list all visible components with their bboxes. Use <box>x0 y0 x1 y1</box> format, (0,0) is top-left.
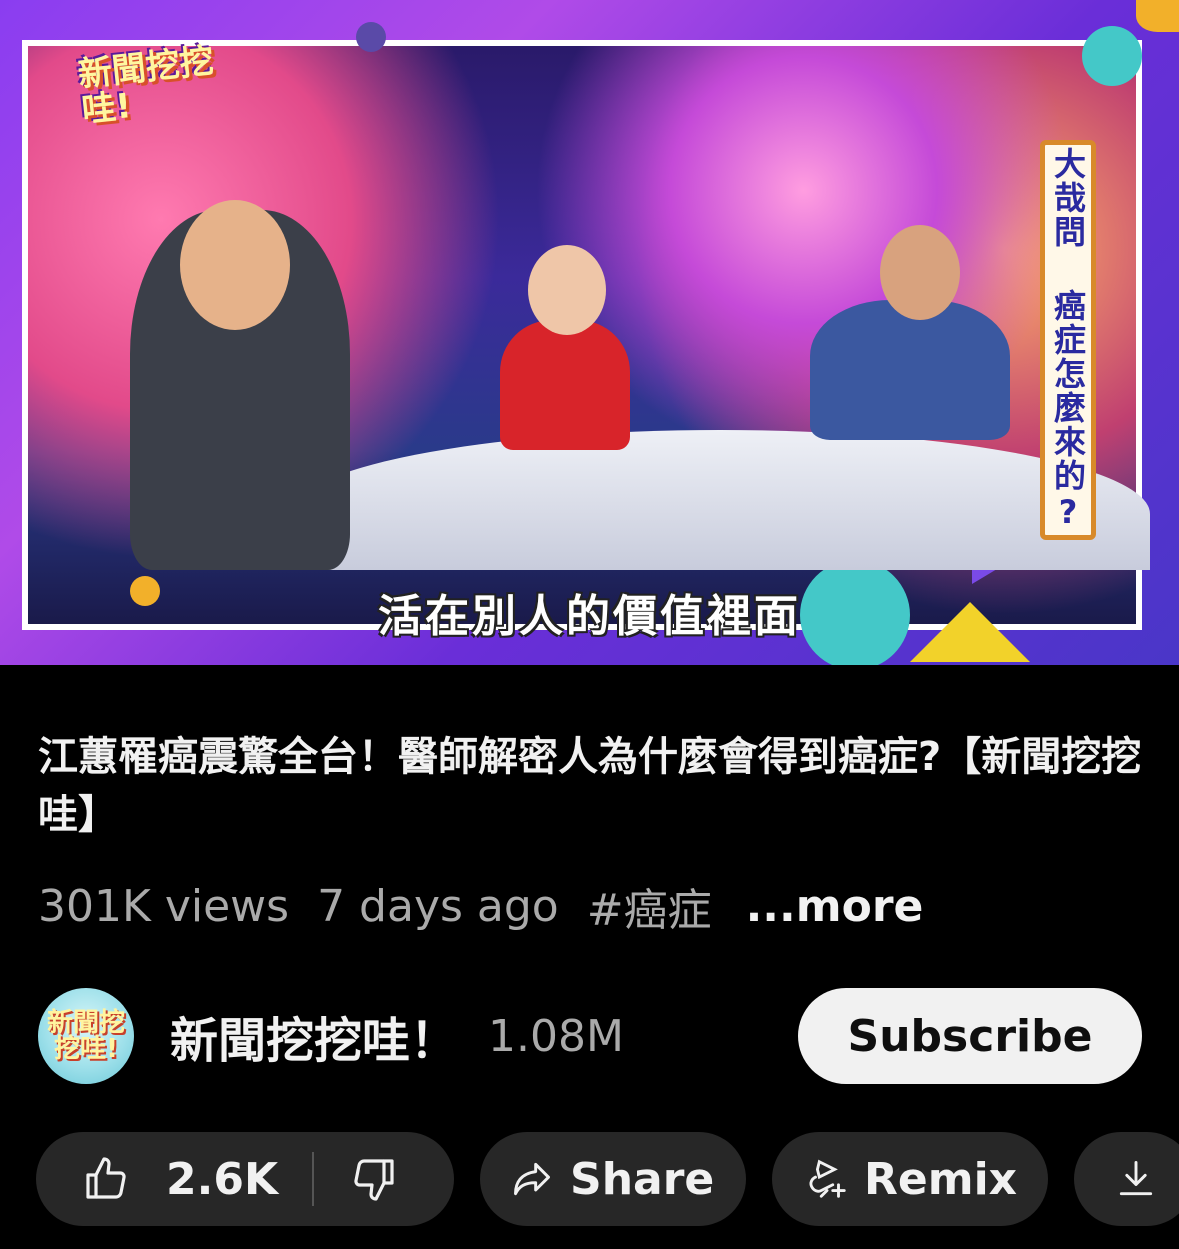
share-button[interactable]: Share <box>480 1132 746 1226</box>
like-dislike-pill: 2.6K <box>36 1132 454 1226</box>
video-title[interactable]: 江蕙罹癌震驚全台！醫師解密人為什麼會得到癌症?【新聞挖挖哇】 <box>38 728 1148 844</box>
decor-dot <box>1136 0 1179 32</box>
host-center <box>500 320 630 450</box>
avatar-logo-text: 新聞挖挖哇! <box>46 1008 125 1064</box>
more-link[interactable]: ...more <box>746 881 924 932</box>
share-label: Share <box>570 1153 715 1205</box>
channel-avatar[interactable]: 新聞挖挖哇! <box>38 988 134 1084</box>
remix-icon <box>804 1156 850 1202</box>
channel-name[interactable]: 新聞挖挖哇！ <box>170 1001 458 1071</box>
subscriber-count: 1.08M <box>488 1010 624 1062</box>
guest-right-head <box>880 225 960 320</box>
upload-age: 7 days ago <box>317 880 559 932</box>
thumbs-up-icon[interactable] <box>82 1155 130 1203</box>
video-subtitle: 活在別人的價值裡面 <box>378 591 801 642</box>
subscribe-button[interactable]: Subscribe <box>798 988 1142 1084</box>
share-arrow-icon <box>510 1157 554 1201</box>
decor-dot <box>356 22 386 52</box>
like-divider <box>312 1152 315 1206</box>
guest-left-head <box>180 200 290 330</box>
hashtag-link[interactable]: #癌症 <box>587 874 712 938</box>
like-count[interactable]: 2.6K <box>166 1154 278 1205</box>
action-bar: 2.6K Share Remix <box>36 1132 1179 1226</box>
guest-right <box>810 300 1010 440</box>
video-meta[interactable]: 301K views 7 days ago #癌症 ...more <box>38 874 924 938</box>
download-icon <box>1114 1157 1158 1201</box>
remix-button[interactable]: Remix <box>772 1132 1048 1226</box>
channel-row: 新聞挖挖哇! 新聞挖挖哇！ 1.08M Subscribe <box>38 988 1142 1084</box>
remix-label: Remix <box>864 1153 1018 1205</box>
view-count: 301K views <box>38 880 290 932</box>
thumbs-down-icon[interactable] <box>350 1155 398 1203</box>
video-player[interactable]: 新聞挖挖哇! 大哉問 癌症怎麼來的? 活在別人的價值裡面 <box>0 0 1179 665</box>
download-button[interactable] <box>1074 1132 1179 1226</box>
host-center-head <box>528 245 606 335</box>
decor-dot <box>1082 26 1142 86</box>
topic-banner: 大哉問 癌症怎麼來的? <box>1040 140 1096 540</box>
